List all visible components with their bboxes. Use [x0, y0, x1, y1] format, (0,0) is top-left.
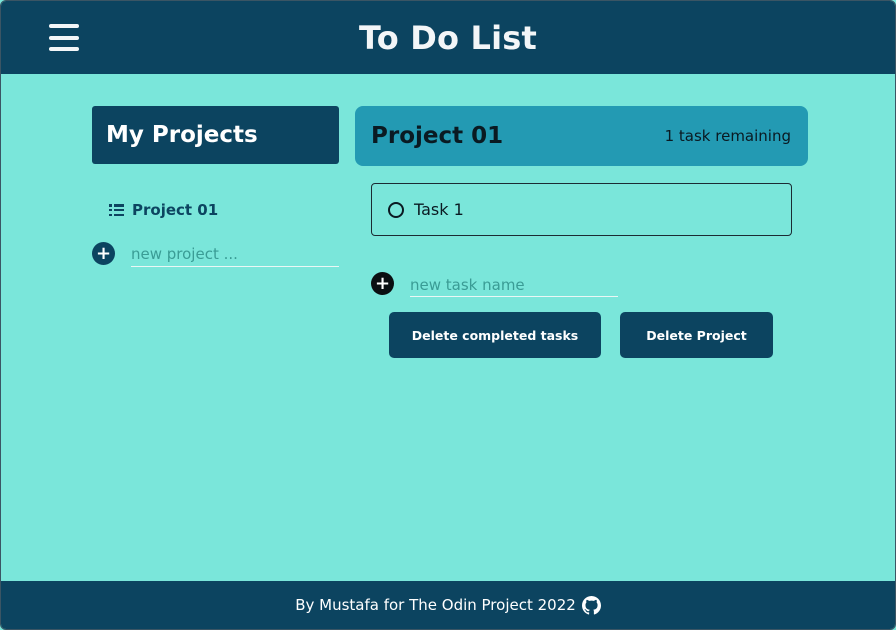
add-task-icon[interactable]: + [371, 272, 394, 295]
sidebar-heading: My Projects [92, 106, 339, 164]
project-panel: Project 01 1 task remaining Task 1 + Del… [355, 106, 808, 358]
project-header: Project 01 1 task remaining [355, 106, 808, 166]
app-title: To Do List [358, 18, 538, 57]
new-task-row: + [371, 272, 619, 298]
projects-sidebar: My Projects Project 01 + [92, 106, 339, 267]
sidebar-item-project-01[interactable]: Project 01 [109, 201, 218, 219]
new-task-input[interactable] [410, 273, 618, 297]
delete-project-button[interactable]: Delete Project [620, 312, 773, 358]
delete-completed-tasks-button[interactable]: Delete completed tasks [389, 312, 601, 358]
new-project-row: + [92, 242, 339, 268]
project-title: Project 01 [371, 123, 504, 149]
github-icon[interactable] [581, 595, 601, 615]
task-item[interactable]: Task 1 [371, 183, 792, 236]
page-footer: By Mustafa for The Odin Project 2022 [1, 581, 895, 629]
add-project-icon[interactable]: + [92, 242, 115, 265]
hamburger-menu-icon[interactable] [49, 24, 79, 51]
project-label: Project 01 [132, 201, 219, 219]
task-checkbox-icon[interactable] [388, 201, 404, 218]
list-icon [109, 204, 124, 216]
tasks-remaining-count: 1 task remaining [664, 127, 791, 145]
app-window: To Do List My Projects Project 01 + Proj… [0, 0, 896, 630]
footer-text: By Mustafa for The Odin Project 2022 [295, 596, 576, 614]
new-project-input[interactable] [131, 242, 339, 267]
task-label: Task 1 [414, 200, 464, 219]
app-header: To Do List [1, 1, 895, 74]
